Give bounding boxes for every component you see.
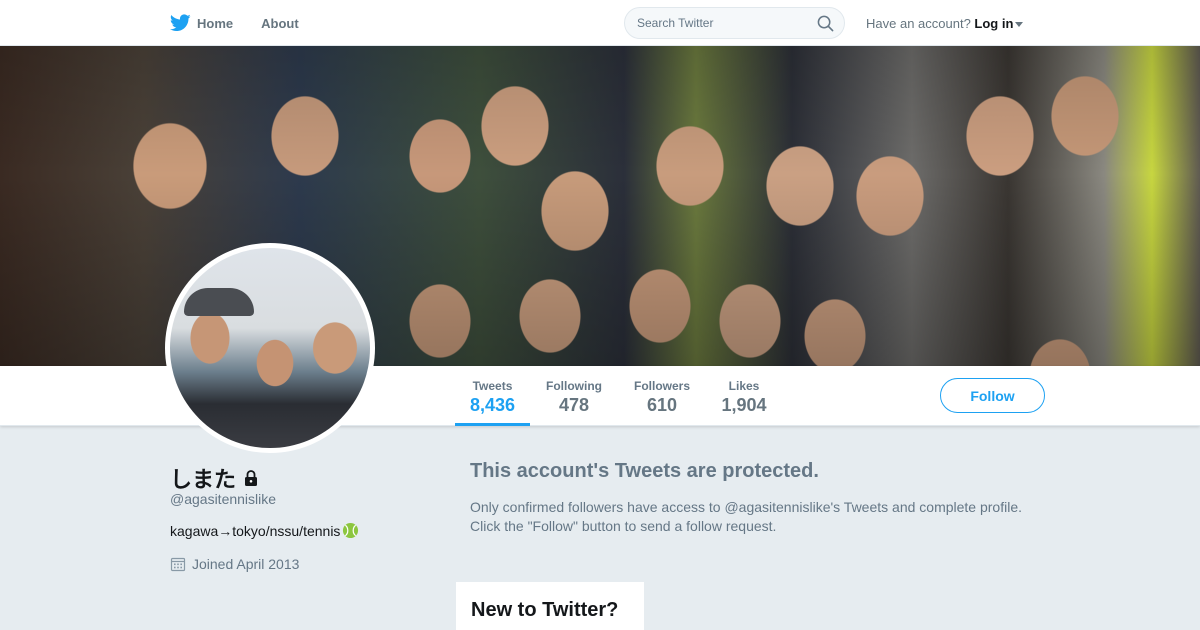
stat-value: 478	[558, 395, 590, 415]
stat-value: 8,436	[469, 395, 516, 415]
calendar-icon	[170, 557, 186, 572]
stat-label: Likes	[728, 379, 760, 393]
stat-label: Following	[546, 379, 602, 393]
login-prefix: Have an account?	[866, 16, 971, 31]
about-label: About	[261, 15, 299, 31]
stat-value: 610	[646, 395, 678, 415]
twitter-bird-icon	[170, 14, 191, 32]
about-link[interactable]: About	[261, 16, 299, 31]
stat-tweets[interactable]: Tweets 8,436	[455, 366, 530, 426]
login-area: Have an account? Log in	[866, 16, 1024, 31]
protected-message: Only confirmed followers have access to …	[470, 499, 1023, 534]
avatar-image	[170, 248, 370, 448]
stat-likes[interactable]: Likes 1,904	[716, 366, 772, 426]
stat-following[interactable]: Following 478	[540, 366, 608, 426]
search-icon[interactable]	[817, 15, 834, 32]
chevron-down-icon[interactable]	[1015, 22, 1024, 28]
search-box	[624, 7, 845, 39]
follow-button[interactable]: Follow	[940, 378, 1045, 413]
nav-left: Home About	[170, 0, 327, 46]
profile-name-text: しまた	[170, 467, 237, 492]
home-label: Home	[197, 15, 234, 31]
profile-name: しまた	[170, 462, 260, 494]
lock-icon	[245, 470, 258, 486]
join-date-text: Joined April 2013	[192, 556, 300, 572]
top-navigation: Home About Have an account? Log in	[0, 0, 1200, 46]
search-input[interactable]	[625, 8, 805, 38]
tennis-ball-icon	[343, 522, 359, 539]
login-link[interactable]: Log in	[974, 16, 1013, 31]
stat-followers[interactable]: Followers 610	[628, 366, 696, 426]
bio-text: kagawa→tokyo/nssu/tennis	[170, 522, 341, 539]
stat-value: 1,904	[721, 395, 767, 415]
signup-card-title: New to Twitter?	[471, 599, 619, 621]
home-link[interactable]: Home	[170, 14, 233, 32]
profile-join-date: Joined April 2013	[170, 556, 299, 572]
signup-card: New to Twitter?	[456, 582, 644, 630]
profile-bio: kagawa→tokyo/nssu/tennis	[170, 522, 359, 539]
stat-label: Tweets	[472, 379, 513, 393]
profile-handle[interactable]: @agasitennislike	[170, 491, 276, 507]
protected-title: This account's Tweets are protected.	[470, 460, 819, 482]
stat-label: Followers	[633, 379, 690, 393]
avatar[interactable]	[165, 243, 375, 453]
avatar-cap-shape	[184, 288, 254, 316]
